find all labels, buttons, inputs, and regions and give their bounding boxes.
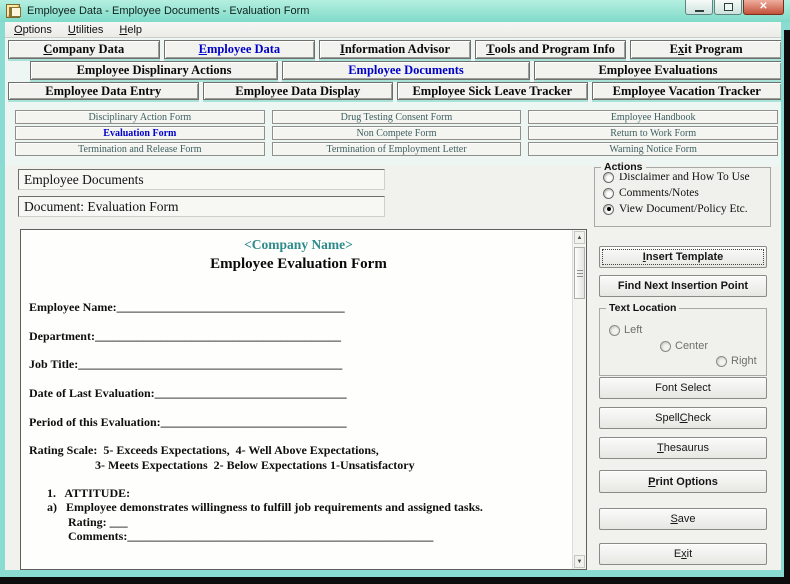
menu-bar: Options Utilities Help xyxy=(0,22,790,38)
menu-help[interactable]: Help xyxy=(111,23,150,37)
find-next-insertion-point-button[interactable]: Find Next Insertion Point xyxy=(599,275,767,297)
doc-line: Employee Name:__________________________… xyxy=(29,300,568,314)
tab-employee-data[interactable]: Employee Data xyxy=(164,40,316,59)
tab-employee-data-display[interactable]: Employee Data Display xyxy=(203,82,394,100)
scroll-up-button[interactable]: ▲ xyxy=(574,231,585,244)
exit-button[interactable]: Exit xyxy=(599,543,767,565)
doc-line: Rating Scale: 5- Exceeds Expectations, 4… xyxy=(29,443,568,457)
tab-employee-vacation-tracker[interactable]: Employee Vacation Tracker xyxy=(592,82,783,100)
doc-line: Job Title:______________________________… xyxy=(29,357,568,371)
thesaurus-button[interactable]: Thesaurus xyxy=(599,437,767,459)
text-location-label: Text Location xyxy=(606,302,679,314)
radio-text-left[interactable]: Left xyxy=(609,324,642,336)
doc-line xyxy=(29,286,568,300)
scrollbar-grip-icon xyxy=(577,270,583,277)
radio-icon xyxy=(603,188,614,199)
doc-btn-return-to-work-form[interactable]: Return to Work Form xyxy=(528,126,778,140)
window-title: Employee Data - Employee Documents - Eva… xyxy=(27,5,309,17)
doc-line xyxy=(29,472,568,486)
scroll-down-button[interactable]: ▼ xyxy=(574,555,585,568)
window-frame-left xyxy=(0,22,5,577)
radio-text-center[interactable]: Center xyxy=(660,340,708,352)
doc-btn-employee-handbook[interactable]: Employee Handbook xyxy=(528,110,778,124)
doc-line: a) Employee demonstrates willingness to … xyxy=(29,500,568,514)
vertical-scrollbar[interactable]: ▲ ▼ xyxy=(572,230,586,569)
doc-line: 3- Meets Expectations 2- Below Expectati… xyxy=(29,458,568,472)
tab-information-advisor[interactable]: Information Advisor xyxy=(319,40,471,59)
doc-line: Rating: ___ xyxy=(29,515,568,529)
doc-title: Employee Evaluation Form xyxy=(29,254,568,274)
doc-btn-disciplinary-action-form[interactable]: Disciplinary Action Form xyxy=(15,110,265,124)
radio-icon xyxy=(716,356,727,367)
doc-line xyxy=(29,315,568,329)
radio-selected-icon xyxy=(603,204,614,215)
doc-line: Department:_____________________________… xyxy=(29,329,568,343)
tab-employee-disciplinary-actions[interactable]: Employee Displinary Actions xyxy=(30,61,278,80)
minimize-button[interactable] xyxy=(685,0,713,15)
menu-options[interactable]: Options xyxy=(6,23,60,37)
doc-btn-warning-notice-form[interactable]: Warning Notice Form xyxy=(528,142,778,156)
tab-tools-program-info[interactable]: Tools and Program Info xyxy=(475,40,627,59)
radio-view-document-policy[interactable]: View Document/Policy Etc. xyxy=(603,202,770,216)
document-field[interactable]: Document: Evaluation Form xyxy=(18,196,385,217)
title-bar: Employee Data - Employee Documents - Eva… xyxy=(0,0,790,22)
radio-text-right[interactable]: Right xyxy=(716,355,757,367)
minimize-icon xyxy=(695,10,704,12)
radio-icon xyxy=(609,325,620,336)
main-nav-row: Company Data Employee Data Information A… xyxy=(8,40,782,59)
doc-btn-evaluation-form[interactable]: Evaluation Form xyxy=(15,126,265,140)
document-selector-grid: Disciplinary Action Form Drug Testing Co… xyxy=(15,110,778,156)
doc-btn-termination-and-release-form[interactable]: Termination and Release Form xyxy=(15,142,265,156)
insert-template-button[interactable]: Insert Template xyxy=(599,246,767,268)
employee-nav-row: Employee Displinary Actions Employee Doc… xyxy=(30,61,782,80)
close-button[interactable]: ✕ xyxy=(743,0,784,15)
doc-btn-drug-testing-consent-form[interactable]: Drug Testing Consent Form xyxy=(272,110,522,124)
doc-line xyxy=(29,543,568,557)
category-field[interactable]: Employee Documents xyxy=(18,169,385,190)
data-nav-row: Employee Data Entry Employee Data Displa… xyxy=(8,82,782,100)
scroll-down-icon: ▼ xyxy=(577,559,583,565)
scrollbar-thumb[interactable] xyxy=(574,247,585,299)
text-location-groupbox: Text Location Left Center Right xyxy=(599,308,767,376)
doc-line xyxy=(29,400,568,414)
tab-employee-evaluations[interactable]: Employee Evaluations xyxy=(534,61,782,80)
maximize-icon xyxy=(724,3,733,11)
doc-btn-termination-of-employment-letter[interactable]: Termination of Employment Letter xyxy=(272,142,522,156)
close-icon: ✕ xyxy=(759,2,767,12)
document-viewer[interactable]: <Company Name> Employee Evaluation Form … xyxy=(20,229,587,570)
doc-btn-non-compete-form[interactable]: Non Compete Form xyxy=(272,126,522,140)
tab-employee-sick-leave-tracker[interactable]: Employee Sick Leave Tracker xyxy=(397,82,588,100)
tab-exit-program[interactable]: Exit Program xyxy=(630,40,782,59)
spell-check-button[interactable]: Spell Check xyxy=(599,407,767,429)
doc-line: Date of Last Evaluation:________________… xyxy=(29,386,568,400)
app-window: Employee Data - Employee Documents - Eva… xyxy=(0,0,790,577)
print-options-button[interactable]: Print Options xyxy=(599,470,767,493)
actions-groupbox: Actions Disclaimer and How To Use Commen… xyxy=(594,167,771,227)
menu-utilities[interactable]: Utilities xyxy=(60,23,111,37)
scroll-up-icon: ▲ xyxy=(577,235,583,241)
radio-icon xyxy=(660,341,671,352)
window-frame-bottom xyxy=(0,570,790,577)
doc-line: 1. ATTITUDE: xyxy=(29,486,568,500)
radio-icon xyxy=(603,172,614,183)
doc-line xyxy=(29,429,568,443)
doc-line: Period of this Evaluation:______________… xyxy=(29,415,568,429)
maximize-button[interactable] xyxy=(714,0,742,15)
tab-employee-data-entry[interactable]: Employee Data Entry xyxy=(8,82,199,100)
desktop-background-right xyxy=(784,30,790,584)
tab-company-data[interactable]: Company Data xyxy=(8,40,160,59)
radio-comments-notes[interactable]: Comments/Notes xyxy=(603,186,770,200)
tab-employee-documents[interactable]: Employee Documents xyxy=(282,61,530,80)
doc-line xyxy=(29,372,568,386)
doc-line xyxy=(29,343,568,357)
doc-company-name: <Company Name> xyxy=(29,236,568,254)
font-select-button[interactable]: Font Select xyxy=(599,377,767,399)
document-content: <Company Name> Employee Evaluation Form … xyxy=(21,230,572,569)
doc-line: Comments:_______________________________… xyxy=(29,529,568,543)
app-icon xyxy=(6,4,20,18)
save-button[interactable]: Save xyxy=(599,508,767,530)
desktop-background-bottom xyxy=(0,577,790,584)
doc-line: ________________________________________… xyxy=(29,558,568,569)
